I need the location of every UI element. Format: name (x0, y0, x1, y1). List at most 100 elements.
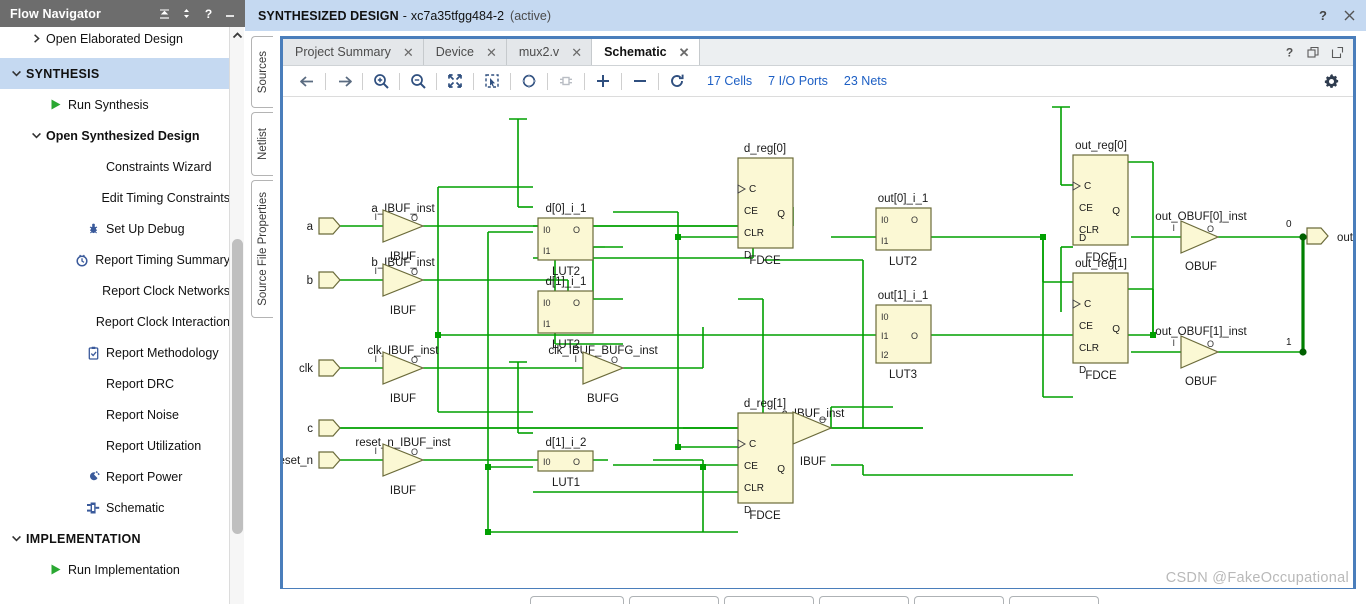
close-icon[interactable]: ✕ (486, 46, 497, 59)
back-arrow-icon[interactable] (293, 69, 321, 93)
label-lut2-type: LUT2 (552, 339, 580, 351)
tab-schematic[interactable]: Schematic ✕ (592, 39, 700, 65)
sidebar-item-report-drc[interactable]: Report DRC (0, 368, 230, 399)
sidebar-item-report-power[interactable]: Report Power (0, 461, 230, 492)
label-out-obuf1-inst: out_OBUF[1]_inst (1155, 326, 1247, 338)
refresh-layout-icon[interactable] (515, 69, 543, 93)
tab-label: Schematic (604, 45, 667, 59)
vertical-tab-netlist[interactable]: Netlist (251, 112, 273, 176)
sidebar-item-report-noise[interactable]: Report Noise (0, 399, 230, 430)
stat-cells[interactable]: 17 Cells (707, 74, 752, 88)
sidebar-item-set-up-debug[interactable]: Set Up Debug (0, 213, 230, 244)
svg-text:?: ? (1286, 46, 1293, 60)
bottom-tab[interactable] (724, 596, 814, 604)
sidebar-item-report-methodology[interactable]: Report Methodology (0, 337, 230, 368)
help-icon[interactable]: ? (1316, 8, 1330, 23)
schematic-canvas[interactable]: .w { stroke:#00a000; stroke-width:1.6; f… (283, 97, 1353, 588)
forward-arrow-icon[interactable] (330, 69, 358, 93)
sidebar-item-label: Report Noise (106, 407, 179, 422)
label-out0-i1: out[0]_i_1 (878, 193, 929, 205)
sidebar-item-report-clock-networks[interactable]: Report Clock Networks (0, 275, 230, 306)
bottom-tab[interactable] (629, 596, 719, 604)
chevron-down-icon[interactable] (8, 533, 24, 544)
pin-I1: I1 (543, 246, 551, 256)
sidebar-item-label: Report Methodology (106, 345, 219, 360)
sidebar-item-implementation[interactable]: IMPLEMENTATION (0, 523, 230, 554)
vertical-tab-source-file-properties[interactable]: Source File Properties (251, 180, 273, 318)
sidebar-item-schematic[interactable]: Schematic (0, 492, 230, 523)
tab-mux2-v[interactable]: mux2.v ✕ (506, 39, 593, 65)
restore-icon[interactable] (1307, 46, 1320, 59)
scrollbar-thumb[interactable] (232, 239, 243, 534)
power-plug-icon (82, 470, 104, 484)
stat-io-ports[interactable]: 7 I/O Ports (768, 74, 828, 88)
label-bufg-type: BUFG (587, 393, 619, 405)
pin-C: C (749, 184, 756, 195)
chevron-right-icon[interactable] (28, 33, 44, 44)
vertical-tab-label: Sources (256, 50, 269, 94)
close-icon[interactable]: ✕ (571, 46, 582, 59)
sidebar-item-constraints-wizard[interactable]: Constraints Wizard (0, 151, 230, 182)
sidebar-item-report-utilization[interactable]: Report Utilization (0, 430, 230, 461)
minimize-icon[interactable] (224, 7, 237, 20)
schematic-icon (82, 501, 104, 515)
pin-Q: Q (1112, 206, 1120, 217)
pin-I2: I2 (881, 350, 889, 360)
maximize-icon[interactable] (1331, 46, 1344, 59)
schematic-panel: Project Summary ✕ Device ✕ mux2.v ✕ Sche… (280, 36, 1356, 589)
play-icon (44, 98, 66, 111)
expand-collapse-icon[interactable] (180, 7, 193, 20)
pin-O: O (911, 215, 918, 225)
sidebar-item-open-synthesized-design[interactable]: Open Synthesized Design (0, 120, 230, 151)
bottom-tab[interactable] (1009, 596, 1099, 604)
zoom-fit-icon[interactable] (441, 69, 469, 93)
close-icon[interactable]: ✕ (403, 46, 414, 59)
tab-label: Project Summary (295, 45, 391, 59)
sidebar-item-synthesis[interactable]: SYNTHESIS (0, 58, 230, 89)
help-icon[interactable]: ? (1283, 45, 1296, 60)
zoom-in-icon[interactable] (367, 69, 395, 93)
bottom-tab[interactable] (530, 596, 624, 604)
vivado-window: Flow Navigator ? Open Elaborated Design S… (0, 0, 1366, 604)
close-icon[interactable] (1343, 9, 1356, 22)
sidebar-item-open-elaborated-design[interactable]: Open Elaborated Design (0, 27, 230, 54)
bottom-tab[interactable] (819, 596, 909, 604)
help-icon[interactable]: ? (202, 7, 215, 20)
tab-label: mux2.v (518, 45, 560, 59)
bottom-tab[interactable] (914, 596, 1004, 604)
sidebar-item-label: Report Power (106, 469, 183, 484)
sidebar-item-run-synthesis[interactable]: Run Synthesis (0, 89, 230, 120)
sidebar-item-label: Run Synthesis (68, 97, 149, 112)
chevron-down-icon[interactable] (28, 130, 44, 141)
sidebar-item-report-timing-summary[interactable]: Report Timing Summary (0, 244, 230, 275)
stat-nets[interactable]: 23 Nets (844, 74, 887, 88)
label-a-ibuf-inst: a_IBUF_inst (371, 203, 435, 215)
tab-project-summary[interactable]: Project Summary ✕ (283, 39, 424, 65)
sidebar-item-run-implementation[interactable]: Run Implementation (0, 554, 230, 585)
design-separator: - (402, 8, 407, 23)
vertical-tab-sources[interactable]: Sources (251, 36, 273, 108)
scroll-up-icon[interactable] (230, 27, 245, 44)
close-icon[interactable]: ✕ (679, 46, 690, 59)
label-d0-i1: d[0]_i_1 (546, 203, 587, 215)
label-ibuf-type: IBUF (390, 305, 416, 317)
sidebar-item-edit-timing-constraints[interactable]: Edit Timing Constraints (0, 182, 230, 213)
pin-O: O (573, 457, 580, 467)
label-d-reg-1: d_reg[1] (744, 398, 786, 410)
expand-plus-icon[interactable] (589, 69, 617, 93)
regenerate-icon[interactable] (663, 69, 691, 93)
chevron-down-icon[interactable] (8, 68, 24, 79)
collapse-minus-icon[interactable] (626, 69, 654, 93)
zoom-out-icon[interactable] (404, 69, 432, 93)
label-d-reg-0: d_reg[0] (744, 143, 786, 155)
tab-device[interactable]: Device ✕ (423, 39, 507, 65)
sidebar-item-report-clock-interaction[interactable]: Report Clock Interaction (0, 306, 230, 337)
label-out-reg-0: out_reg[0] (1075, 140, 1127, 152)
sidebar-item-label: Report Timing Summary (95, 252, 230, 267)
collapse-all-icon[interactable] (158, 7, 171, 20)
zoom-area-icon[interactable] (478, 69, 506, 93)
sidebar-item-label: Open Synthesized Design (46, 128, 200, 143)
flow-navigator-scrollbar[interactable] (229, 27, 244, 604)
gear-icon[interactable] (1317, 69, 1345, 93)
sidebar-item-label: Schematic (106, 500, 165, 515)
